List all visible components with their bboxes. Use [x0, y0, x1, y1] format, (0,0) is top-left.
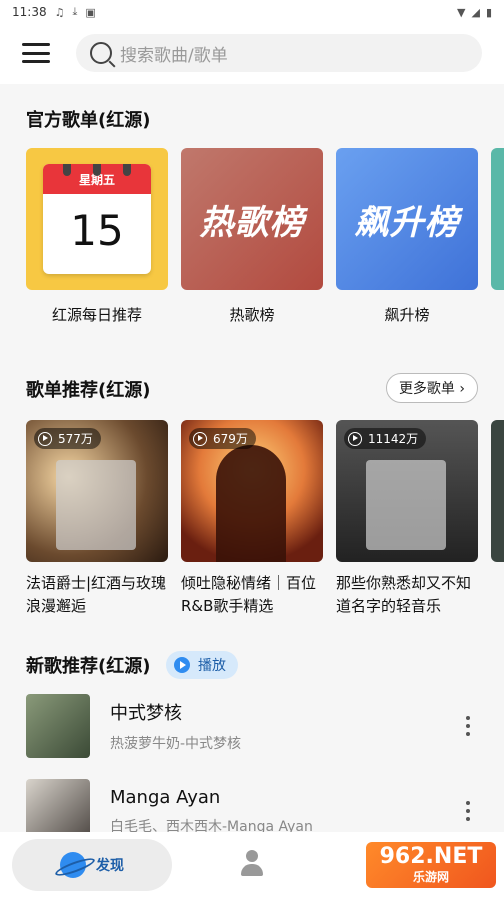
- main-content[interactable]: 官方歌单(红源) 星期五 15 红源每日推荐 热歌榜 热歌榜 飙升榜 飙升榜 歌…: [0, 84, 504, 832]
- playlist-cover: 679万: [181, 420, 323, 562]
- watermark-text: 962.NET: [379, 843, 483, 869]
- card-label: 热歌榜: [229, 306, 275, 324]
- nav-discover-label: 发现: [96, 857, 124, 874]
- cover-photo: [366, 460, 446, 550]
- playlist-card[interactable]: 679万 倾吐隐秘情绪｜百位R&B歌手精选: [181, 420, 323, 618]
- play-count: 11142万: [368, 432, 419, 446]
- cover-photo: [56, 460, 136, 550]
- playlist-label: 倾吐隐秘情绪｜百位R&B歌手精选: [181, 574, 317, 615]
- play-count-badge: 11142万: [344, 428, 427, 449]
- song-row[interactable]: 中式梦核 热菠萝牛奶-中式梦核: [26, 693, 478, 759]
- bottom-nav: 发现 962.NET 乐游网: [0, 832, 504, 897]
- status-bar: 11:38 ♫ ⤓ ▣ ▼ ◢ ▮: [0, 0, 504, 24]
- search-placeholder: 搜索歌曲/歌单: [120, 45, 228, 66]
- playlist-card[interactable]: 577万 法语爵士|红酒与玫瑰浪漫邂逅: [26, 420, 168, 618]
- card-label: 飙升榜: [384, 306, 430, 324]
- battery-icon: ▮: [485, 5, 492, 19]
- song-title: Manga Ayan: [110, 786, 221, 808]
- card-label: 红源每日推荐: [51, 306, 142, 324]
- song-subtitle: 热菠萝牛奶-中式梦核: [110, 736, 242, 752]
- watermark-subtext: 乐游网: [412, 869, 449, 884]
- more-options-icon[interactable]: [458, 801, 478, 821]
- download-icon: ⤓: [72, 5, 78, 18]
- notification-icon: ▣: [85, 5, 96, 19]
- next-card-peek[interactable]: [491, 148, 504, 290]
- status-time: 11:38: [12, 5, 47, 19]
- hot-chart-logo: 热歌榜: [199, 202, 305, 243]
- new-songs-section-title: 新歌推荐(红源): [26, 656, 151, 677]
- menu-icon[interactable]: [22, 43, 50, 63]
- watermark-logo: 962.NET 乐游网: [366, 842, 496, 888]
- hot-chart-card[interactable]: 热歌榜 热歌榜: [181, 148, 323, 325]
- planet-icon: [60, 851, 86, 878]
- play-all-button[interactable]: 播放: [166, 651, 238, 679]
- play-count-badge: 679万: [189, 428, 256, 449]
- song-title: 中式梦核: [110, 703, 182, 724]
- playlist-cover: 11142万: [336, 420, 478, 562]
- play-all-label: 播放: [198, 658, 226, 674]
- top-bar: 搜索歌曲/歌单: [0, 24, 504, 82]
- official-cards: 星期五 15 红源每日推荐 热歌榜 热歌榜 飙升榜 飙升榜: [26, 148, 504, 325]
- more-options-icon[interactable]: [458, 716, 478, 736]
- user-icon[interactable]: [240, 850, 264, 878]
- play-count: 679万: [213, 432, 248, 446]
- playlist-label: 法语爵士|红酒与玫瑰浪漫邂逅: [26, 574, 167, 615]
- song-cover: [26, 779, 90, 832]
- signal-icon: ◢: [471, 5, 480, 19]
- search-input[interactable]: 搜索歌曲/歌单: [76, 34, 482, 72]
- playlist-section-title: 歌单推荐(红源): [26, 380, 151, 401]
- playlist-card[interactable]: 11142万 那些你熟悉却又不知道名字的轻音乐: [336, 420, 478, 618]
- rising-chart-logo: 飙升榜: [354, 202, 460, 243]
- daily-recommend-card[interactable]: 星期五 15 红源每日推荐: [26, 148, 168, 325]
- play-icon: [348, 431, 362, 446]
- more-playlists-button[interactable]: 更多歌单 ›: [385, 373, 478, 403]
- song-subtitle: 白毛毛、西木西木-Manga Ayan: [110, 818, 313, 833]
- play-icon: [38, 431, 52, 446]
- calendar-cover: 星期五 15: [26, 148, 168, 290]
- official-section-title: 官方歌单(红源): [26, 110, 151, 131]
- cover-photo: [216, 445, 286, 562]
- next-card-peek[interactable]: [491, 420, 504, 562]
- hot-chart-cover: 热歌榜: [181, 148, 323, 290]
- rising-chart-card[interactable]: 飙升榜 飙升榜: [336, 148, 478, 325]
- wifi-icon: ▼: [457, 5, 466, 19]
- song-cover: [26, 694, 90, 758]
- nav-discover[interactable]: 发现: [12, 838, 172, 891]
- playlist-label: 那些你熟悉却又不知道名字的轻音乐: [336, 574, 472, 615]
- calendar-icon: 星期五 15: [43, 164, 151, 274]
- headphone-icon: ♫: [54, 5, 65, 19]
- search-icon: [90, 42, 112, 64]
- play-icon: [193, 431, 207, 446]
- song-row[interactable]: Manga Ayan 白毛毛、西木西木-Manga Ayan: [26, 778, 478, 832]
- rising-chart-cover: 飙升榜: [336, 148, 478, 290]
- playlist-cover: 577万: [26, 420, 168, 562]
- play-count-badge: 577万: [34, 428, 101, 449]
- play-icon: [174, 657, 190, 673]
- playlist-cards: 577万 法语爵士|红酒与玫瑰浪漫邂逅 679万 倾吐隐秘情绪｜百位R&B歌手精…: [26, 420, 504, 618]
- calendar-day: 15: [70, 206, 124, 255]
- play-count: 577万: [58, 432, 93, 446]
